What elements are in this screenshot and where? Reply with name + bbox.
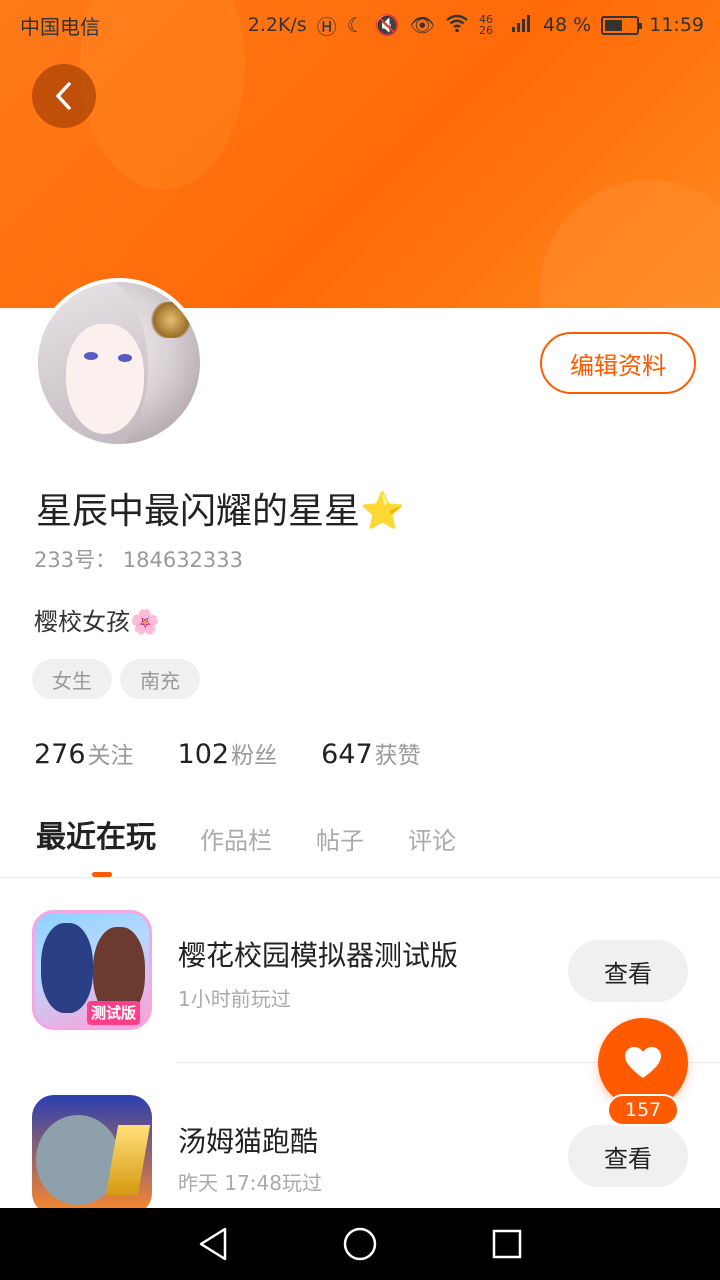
wifi-icon bbox=[445, 13, 469, 38]
tab-posts[interactable]: 帖子 bbox=[316, 821, 364, 860]
hd-icon: Ⓗ bbox=[316, 14, 337, 39]
signal-label: 46 26 bbox=[478, 13, 493, 37]
gender-tag: 女生 bbox=[32, 659, 112, 699]
nickname: 星辰中最闪耀的星星⭐ bbox=[36, 491, 405, 532]
tab-divider bbox=[0, 877, 720, 878]
profile-stats: 276 关注 102 粉丝 647 获赞 bbox=[34, 736, 421, 770]
followers-label: 粉丝 bbox=[231, 743, 278, 769]
nav-back-button[interactable] bbox=[183, 1214, 243, 1274]
game-title[interactable]: 樱花校园模拟器测试版 bbox=[178, 934, 458, 974]
following-label: 关注 bbox=[87, 743, 134, 769]
signal-icon bbox=[511, 13, 533, 38]
edit-profile-button[interactable]: 编辑资料 bbox=[540, 332, 696, 394]
heart-icon bbox=[625, 1047, 661, 1078]
game-icon-tom-cat-run[interactable] bbox=[32, 1095, 152, 1215]
status-bar: 中国电信 2.2K/s Ⓗ ☾ 🔇 👁 46 26 48 % 11:59 bbox=[0, 0, 720, 50]
beta-badge: 测试版 bbox=[87, 1001, 141, 1025]
recents-square-icon bbox=[492, 1229, 521, 1259]
game-icon-sakura-school[interactable]: 测试版 bbox=[32, 910, 152, 1030]
user-id: 233号： 184632333 bbox=[34, 548, 244, 572]
bio: 樱校女孩🌸 bbox=[34, 608, 160, 636]
game-last-played: 1小时前玩过 bbox=[178, 987, 291, 1011]
following-count: 276 bbox=[34, 739, 86, 770]
eye-icon: 👁 bbox=[409, 13, 435, 37]
battery-icon bbox=[601, 15, 643, 35]
game-title[interactable]: 汤姆猫跑酷 bbox=[178, 1120, 318, 1160]
battery-percent: 48 % bbox=[542, 14, 592, 36]
home-circle-icon bbox=[343, 1227, 377, 1261]
like-count-badge: 157 bbox=[607, 1094, 679, 1126]
tab-recently-played[interactable]: 最近在玩 bbox=[36, 812, 156, 860]
followers-stat[interactable]: 102 粉丝 bbox=[178, 736, 278, 770]
view-game-button[interactable]: 查看 bbox=[568, 1125, 688, 1187]
profile-tags: 女生 南充 bbox=[32, 659, 200, 699]
clock: 11:59 bbox=[649, 14, 704, 36]
tab-comments[interactable]: 评论 bbox=[408, 821, 456, 860]
likes-received-label: 获赞 bbox=[374, 743, 421, 769]
mute-icon: 🔇 bbox=[374, 13, 400, 37]
moon-icon: ☾ bbox=[346, 13, 365, 37]
back-button[interactable] bbox=[32, 64, 96, 128]
followers-count: 102 bbox=[177, 739, 230, 770]
tab-works[interactable]: 作品栏 bbox=[200, 821, 272, 860]
nav-recents-button[interactable] bbox=[477, 1214, 537, 1274]
view-game-button[interactable]: 查看 bbox=[568, 940, 688, 1002]
carrier-label: 中国电信 bbox=[20, 14, 100, 39]
location-tag: 南充 bbox=[120, 659, 200, 699]
nav-home-button[interactable] bbox=[330, 1214, 390, 1274]
profile-tabs: 最近在玩 作品栏 帖子 评论 bbox=[36, 812, 456, 860]
banner-decoration bbox=[540, 180, 720, 308]
chevron-left-icon bbox=[56, 82, 71, 110]
likes-stat[interactable]: 647 获赞 bbox=[321, 736, 421, 770]
game-last-played: 昨天 17:48玩过 bbox=[178, 1171, 322, 1195]
system-nav-bar bbox=[0, 1208, 720, 1280]
likes-received-count: 647 bbox=[321, 739, 373, 770]
avatar[interactable] bbox=[34, 278, 204, 448]
following-stat[interactable]: 276 关注 bbox=[34, 736, 134, 770]
network-speed: 2.2K/s bbox=[247, 14, 307, 36]
back-triangle-icon bbox=[200, 1227, 227, 1261]
